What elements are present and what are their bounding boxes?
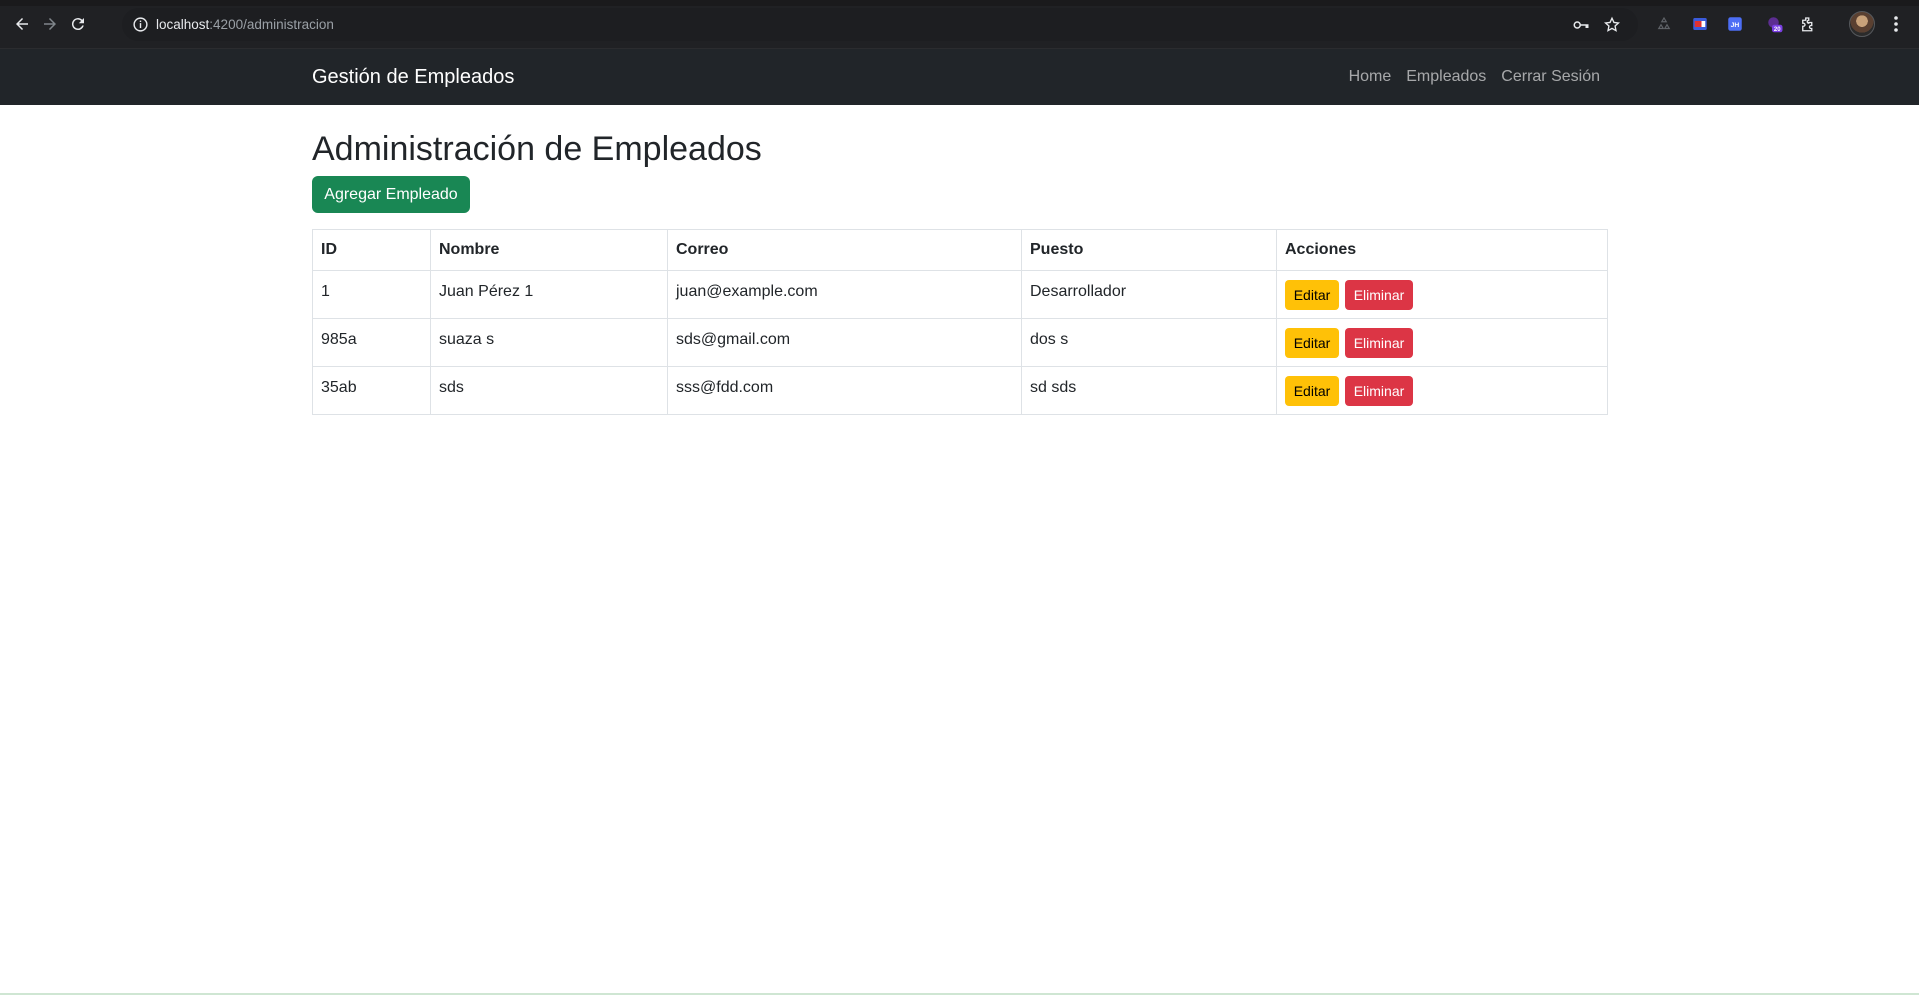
cell-acciones: Editar Eliminar [1276,318,1608,367]
recycle-icon [1657,16,1671,30]
tab-strip [0,0,1919,6]
more-vert-icon[interactable] [1888,14,1904,34]
extension-recycle[interactable] [1654,14,1674,34]
table-row: 35ab sds sss@fdd.com sd sds Editar Elimin… [312,366,1608,415]
profile-avatar[interactable] [1849,11,1875,37]
add-employee-button[interactable]: Agregar Empleado [312,176,470,213]
url-path: :4200/administracion [209,17,334,32]
cell-puesto: sd sds [1021,366,1277,415]
table-row: 1 Juan Pérez 1 juan@example.com Desarrol… [312,270,1608,319]
header-nombre: Nombre [430,229,668,271]
nav-link-home[interactable]: Home [1349,68,1392,86]
nav-link-cerrar-sesion[interactable]: Cerrar Sesión [1501,68,1600,86]
page-bottom-border [0,993,1919,995]
puzzle-icon [1802,17,1813,32]
cell-acciones: Editar Eliminar [1276,270,1608,319]
cell-correo: sds@gmail.com [667,318,1022,367]
header-puesto: Puesto [1021,229,1277,271]
bookmark-star-icon[interactable] [1603,16,1621,34]
reload-icon [71,18,84,31]
header-id: ID [312,229,431,271]
browser-toolbar: localhost:4200/administracion JH 20 [0,0,1919,49]
page-title: Administración de Empleados [312,130,762,168]
jh-icon: JH [1728,17,1742,31]
extension-devtools[interactable] [1690,14,1710,34]
edit-button[interactable]: Editar [1285,327,1339,358]
forward-button[interactable] [38,12,62,36]
delete-button[interactable]: Eliminar [1345,279,1413,310]
edit-button[interactable]: Editar [1285,375,1339,406]
extensions-button[interactable] [1798,14,1818,34]
navbar-brand[interactable]: Gestión de Empleados [312,66,514,89]
cell-correo: sss@fdd.com [667,366,1022,415]
cell-correo: juan@example.com [667,270,1022,319]
nav-links: Home Empleados Cerrar Sesión [1349,68,1600,86]
header-correo: Correo [667,229,1022,271]
arrow-left-icon [16,18,28,30]
delete-button[interactable]: Eliminar [1345,375,1413,406]
url-host: localhost [156,17,210,32]
back-button[interactable] [10,12,34,36]
badge-count: 20 [1774,27,1781,33]
cell-nombre: suaza s [430,318,668,367]
arrow-right-icon [44,18,56,30]
cell-nombre: sds [430,366,668,415]
nav-link-empleados[interactable]: Empleados [1406,68,1486,86]
header-acciones: Acciones [1276,229,1608,271]
key-icon[interactable] [1572,16,1590,34]
cell-id: 1 [312,270,431,319]
cell-puesto: dos s [1021,318,1277,367]
app-navbar: Gestión de Empleados Home Empleados Cerr… [0,49,1919,105]
extension-badge[interactable]: 20 [1765,14,1785,34]
site-info-icon[interactable] [132,16,149,33]
extension-badge-icon: 20 [1768,17,1783,33]
table-header-row: ID Nombre Correo Puesto Acciones [312,229,1608,271]
extension-jh[interactable]: JH [1725,14,1745,34]
cell-nombre: Juan Pérez 1 [430,270,668,319]
url-text[interactable]: localhost:4200/administracion [156,17,334,32]
address-bar[interactable]: localhost:4200/administracion [122,8,1638,41]
cell-id: 985a [312,318,431,367]
edit-button[interactable]: Editar [1285,279,1339,310]
employees-table: ID Nombre Correo Puesto Acciones 1 Juan … [312,229,1608,415]
jh-label: JH [1731,22,1740,29]
delete-button[interactable]: Eliminar [1345,327,1413,358]
window-icon [1693,18,1707,30]
reload-button[interactable] [66,12,90,36]
cell-acciones: Editar Eliminar [1276,366,1608,415]
table-row: 985a suaza s sds@gmail.com dos s Editar E… [312,318,1608,367]
cell-id: 35ab [312,366,431,415]
cell-puesto: Desarrollador [1021,270,1277,319]
